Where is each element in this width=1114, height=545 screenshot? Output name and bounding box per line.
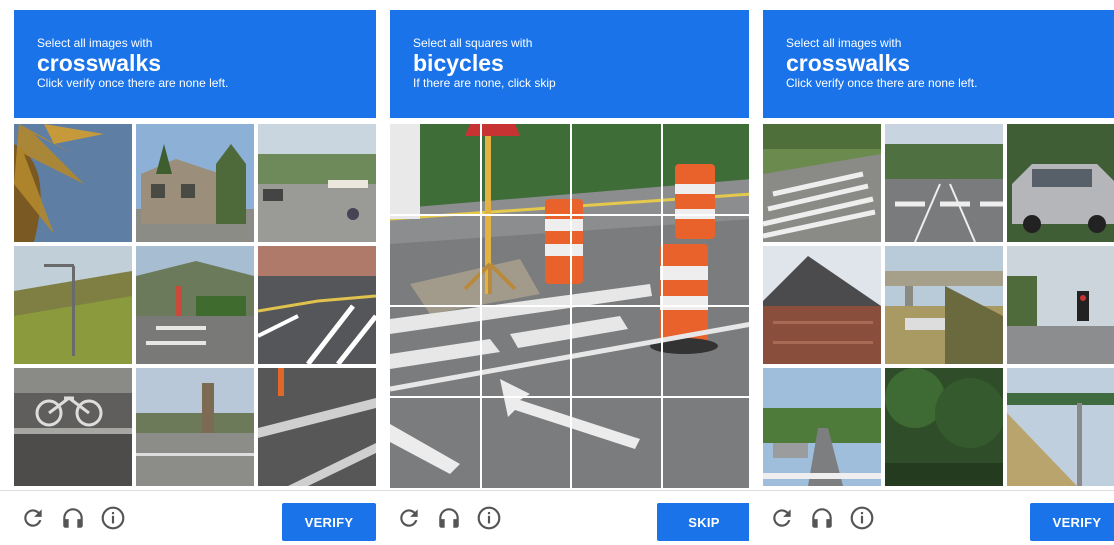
image-tile-4[interactable] xyxy=(14,246,132,364)
grid-divider xyxy=(390,214,752,216)
headphones-icon[interactable] xyxy=(60,505,86,531)
captcha-footer: SKIP xyxy=(376,490,752,545)
reload-icon[interactable] xyxy=(20,505,46,531)
grid-divider xyxy=(390,305,752,307)
instruction-header: Select all images with crosswalks Click … xyxy=(763,10,1114,118)
image-tile-9[interactable] xyxy=(1007,368,1114,486)
captcha-footer: VERIFY xyxy=(0,490,376,545)
instruction-text: Select all squares with xyxy=(413,36,533,50)
image-tile-6[interactable] xyxy=(1007,246,1114,364)
image-tile-8[interactable] xyxy=(885,368,1003,486)
image-tile-3[interactable] xyxy=(258,124,376,242)
image-tile-5[interactable] xyxy=(885,246,1003,364)
reload-icon[interactable] xyxy=(396,505,422,531)
image-tile-8[interactable] xyxy=(136,368,254,486)
info-icon[interactable] xyxy=(100,505,126,531)
instruction-text: Select all images with xyxy=(786,36,902,50)
image-tile-6[interactable] xyxy=(258,246,376,364)
image-tile-2[interactable] xyxy=(136,124,254,242)
image-tile-7[interactable] xyxy=(14,368,132,486)
info-icon[interactable] xyxy=(476,505,502,531)
image-tile-1[interactable] xyxy=(763,124,881,242)
image-tile-7[interactable] xyxy=(763,368,881,486)
image-tile-4[interactable] xyxy=(763,246,881,364)
headphones-icon[interactable] xyxy=(436,505,462,531)
verify-button[interactable]: VERIFY xyxy=(282,503,376,541)
instruction-header: Select all squares with bicycles If ther… xyxy=(390,10,752,118)
instruction-keyword: crosswalks xyxy=(786,50,911,76)
grid-divider xyxy=(390,396,752,398)
instruction-keyword: bicycles xyxy=(413,50,504,76)
instruction-keyword: crosswalks xyxy=(37,50,162,76)
image-tile-9[interactable] xyxy=(258,368,376,486)
captcha-stage: Select all images with crosswalks Click … xyxy=(0,0,1114,545)
instruction-header: Select all images with crosswalks Click … xyxy=(14,10,376,118)
verify-button[interactable]: VERIFY xyxy=(1030,503,1114,541)
image-tile-5[interactable] xyxy=(136,246,254,364)
captcha-widget-3: Select all images with crosswalks Click … xyxy=(749,0,1114,545)
instruction-subtext: Click verify once there are none left. xyxy=(786,76,978,90)
image-tile-1[interactable] xyxy=(14,124,132,242)
image-tile-2[interactable] xyxy=(885,124,1003,242)
image-tile-3[interactable] xyxy=(1007,124,1114,242)
instruction-subtext: Click verify once there are none left. xyxy=(37,76,229,90)
headphones-icon[interactable] xyxy=(809,505,835,531)
instruction-subtext: If there are none, click skip xyxy=(413,76,556,90)
captcha-widget-2: Select all squares with bicycles If ther… xyxy=(376,0,752,545)
captcha-footer: VERIFY xyxy=(749,490,1114,545)
skip-button[interactable]: SKIP xyxy=(657,503,751,541)
instruction-text: Select all images with xyxy=(37,36,153,50)
info-icon[interactable] xyxy=(849,505,875,531)
captcha-widget-1: Select all images with crosswalks Click … xyxy=(0,0,376,545)
reload-icon[interactable] xyxy=(769,505,795,531)
